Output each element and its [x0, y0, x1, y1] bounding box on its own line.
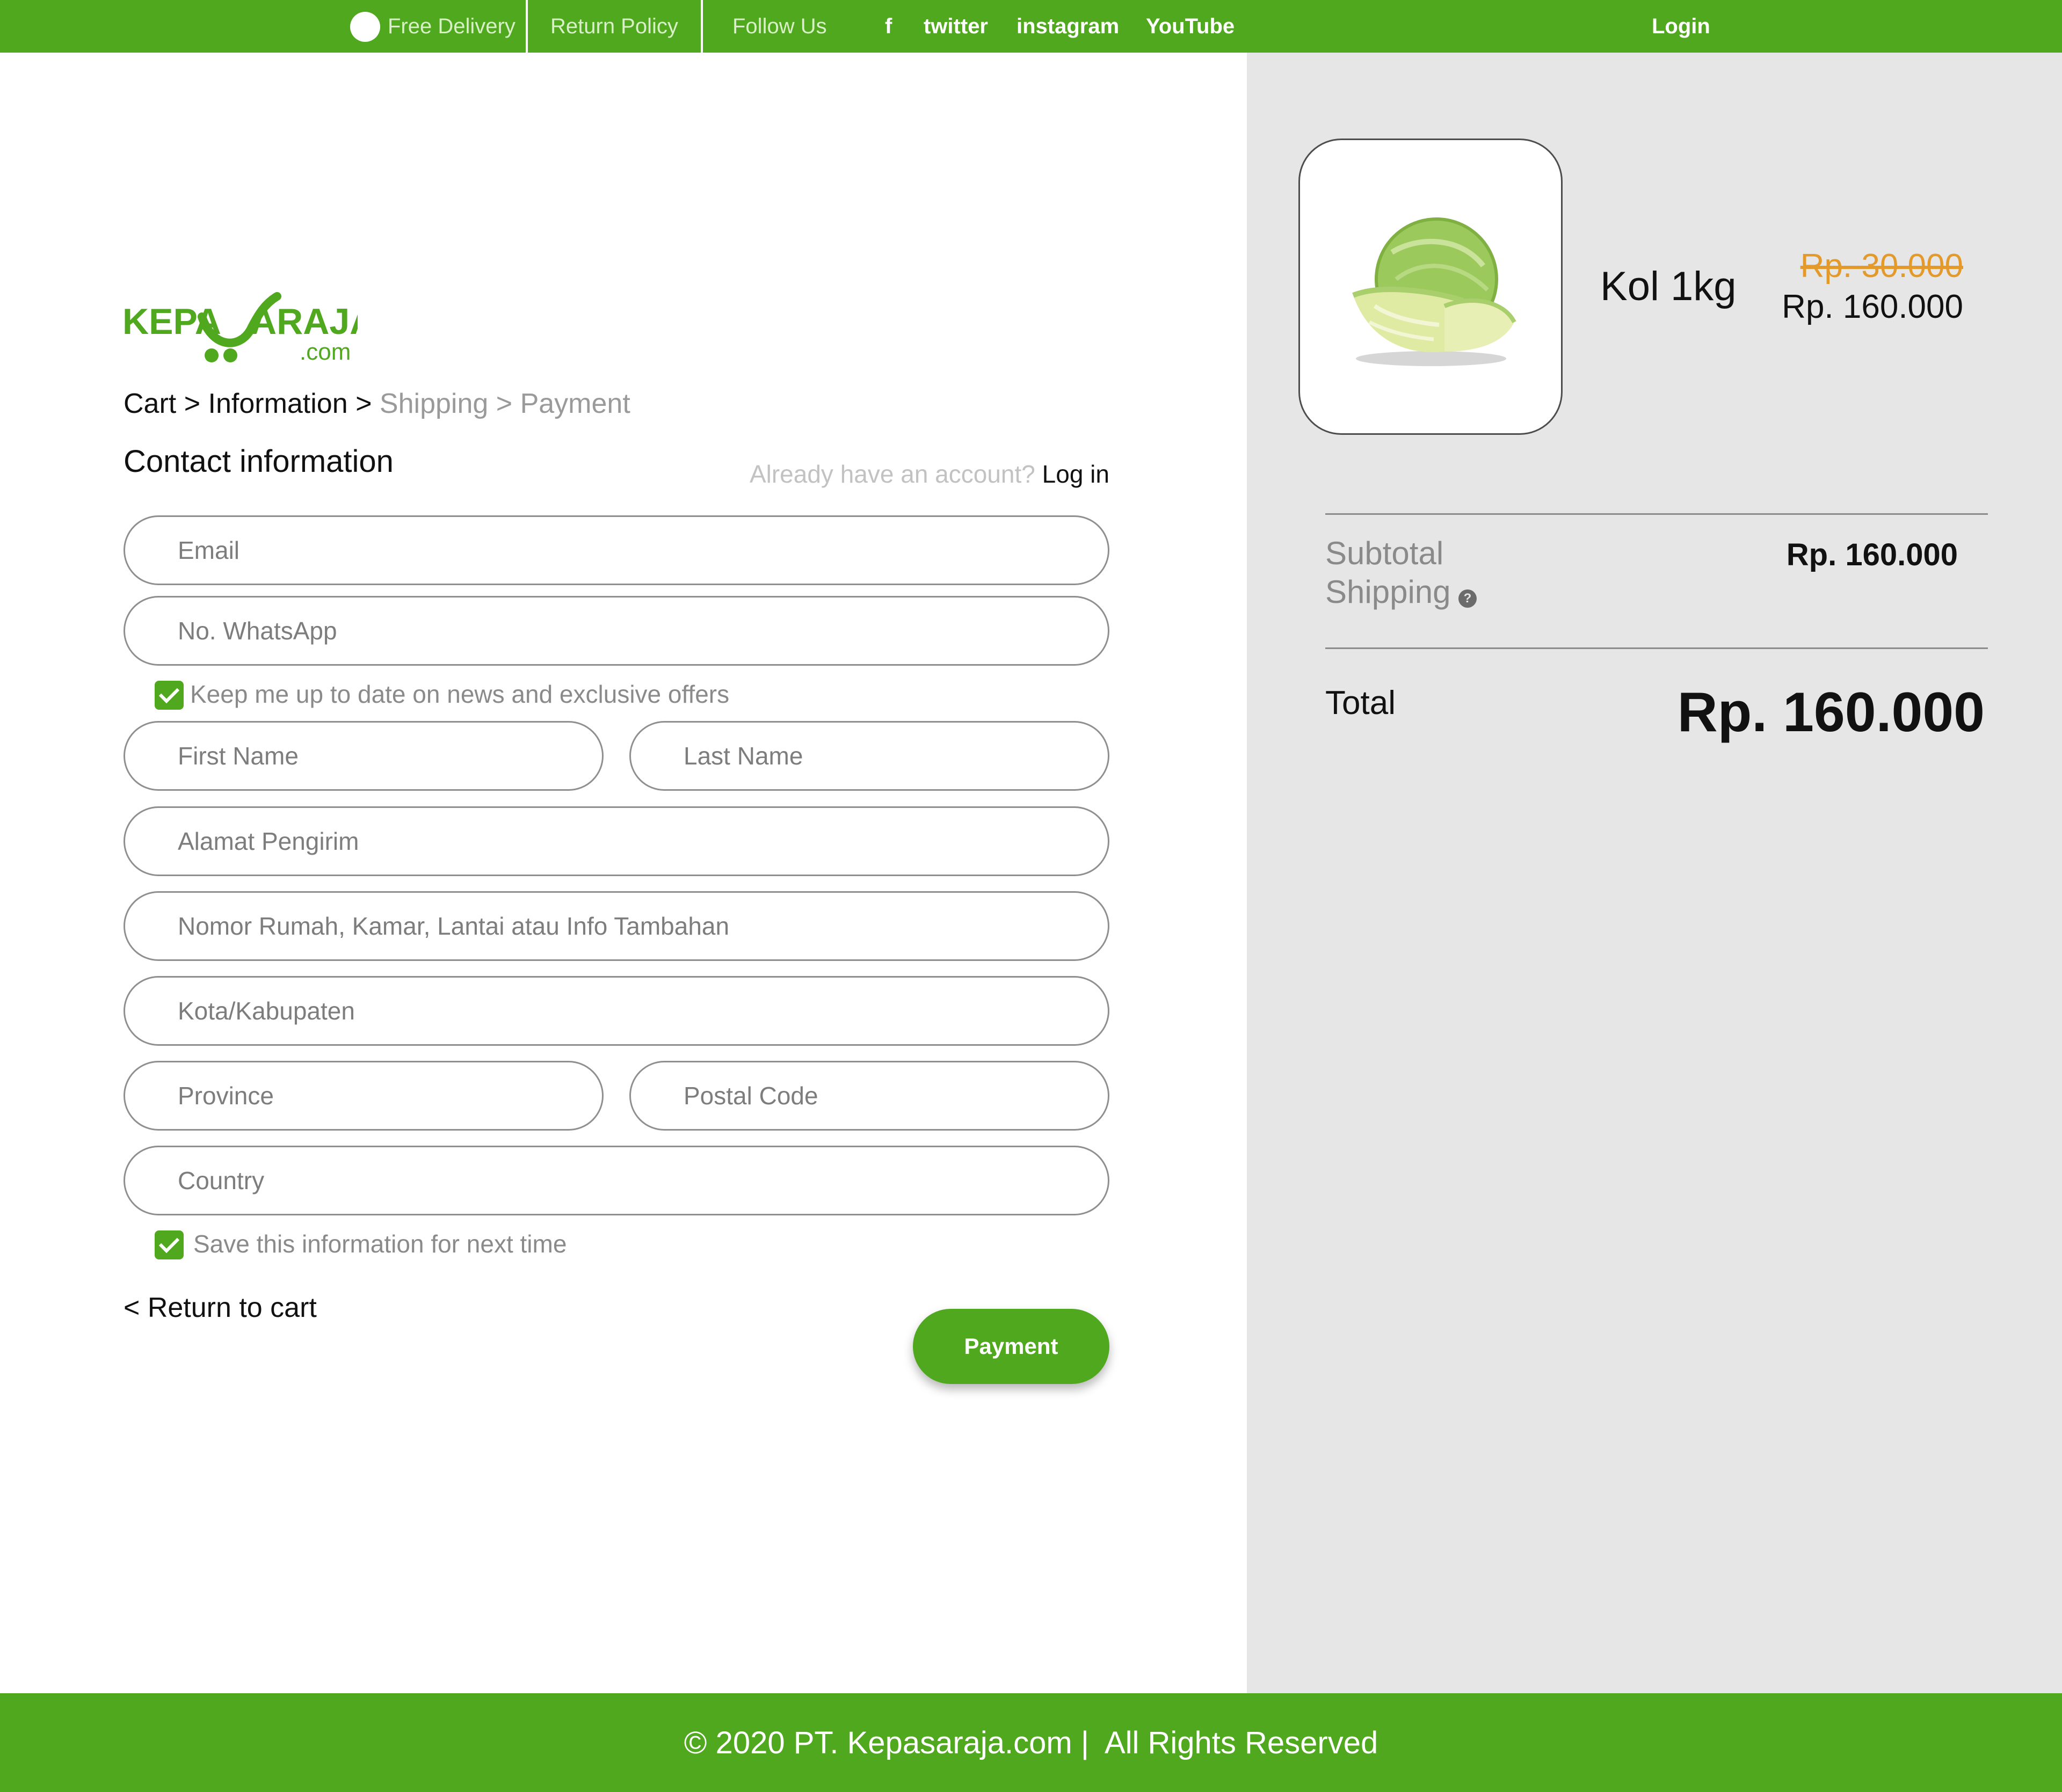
breadcrumb-shipping[interactable]: Shipping: [380, 388, 488, 419]
return-policy-link[interactable]: Return Policy: [550, 0, 678, 53]
address-extra-field[interactable]: [124, 891, 1109, 961]
kepasaraja-logo[interactable]: KEPA ARAJA .com: [121, 290, 358, 370]
twitter-link[interactable]: twitter: [924, 0, 988, 53]
total-value: Rp. 160.000: [1677, 681, 1985, 744]
free-delivery-link[interactable]: Free Delivery: [388, 0, 516, 53]
email-field[interactable]: [124, 515, 1109, 585]
topbar-divider: [526, 0, 528, 53]
account-prompt: Already have an account? Log in: [644, 460, 1109, 489]
copyright-text: © 2020 PT. Kepasaraja.com | All Rights R…: [684, 1725, 1378, 1760]
country-field[interactable]: [124, 1146, 1109, 1215]
login-link[interactable]: Login: [1652, 0, 1710, 53]
first-name-field[interactable]: [124, 721, 604, 791]
login-link[interactable]: Log in: [1042, 460, 1109, 488]
summary-divider: [1325, 513, 1988, 515]
footer: © 2020 PT. Kepasaraja.com | All Rights R…: [0, 1693, 2062, 1792]
delivery-icon: [350, 12, 380, 42]
province-field[interactable]: [124, 1061, 604, 1131]
newsletter-label: Keep me up to date on news and exclusive…: [190, 680, 730, 708]
checkout-breadcrumb: Cart > Information > Shipping > Payment: [124, 388, 630, 420]
total-label: Total: [1325, 684, 1396, 722]
product-price: Rp. 160.000: [1782, 288, 1963, 325]
address-field[interactable]: [124, 806, 1109, 876]
subtotal-label: Subtotal: [1325, 535, 1444, 571]
breadcrumb-separator: >: [347, 388, 380, 419]
save-info-label: Save this information for next time: [193, 1230, 567, 1258]
cabbage-image: [1352, 217, 1516, 366]
save-info-checkbox[interactable]: [155, 1230, 184, 1259]
city-field[interactable]: [124, 976, 1109, 1046]
breadcrumb-separator: >: [176, 388, 208, 419]
subtotal-value: Rp. 160.000: [1786, 537, 1958, 572]
breadcrumb-cart[interactable]: Cart: [124, 388, 176, 419]
follow-us-label: Follow Us: [732, 14, 827, 38]
logo-text-right: ARAJA: [250, 301, 358, 342]
top-navigation-bar: Free Delivery Return Policy Follow Us f …: [0, 0, 2062, 53]
last-name-field[interactable]: [629, 721, 1109, 791]
newsletter-checkbox[interactable]: [155, 681, 184, 710]
breadcrumb-payment[interactable]: Payment: [520, 388, 630, 419]
account-question: Already have an account?: [749, 460, 1035, 488]
logo-domain: .com: [300, 339, 351, 365]
youtube-link[interactable]: YouTube: [1146, 0, 1235, 53]
instagram-link[interactable]: instagram: [1017, 0, 1119, 53]
shipping-help-icon[interactable]: ?: [1458, 589, 1477, 608]
contact-information-heading: Contact information: [124, 444, 394, 479]
summary-divider: [1325, 647, 1988, 649]
postal-code-field[interactable]: [629, 1061, 1109, 1131]
payment-button[interactable]: Payment: [913, 1309, 1109, 1384]
topbar-divider: [701, 0, 703, 53]
breadcrumb-information[interactable]: Information: [208, 388, 348, 419]
return-to-cart-link[interactable]: < Return to cart: [124, 1292, 317, 1324]
shipping-label: Shipping: [1325, 574, 1451, 610]
whatsapp-field[interactable]: [124, 596, 1109, 666]
breadcrumb-separator: >: [488, 388, 520, 419]
product-name: Kol 1kg: [1600, 264, 1737, 309]
facebook-icon[interactable]: f: [885, 0, 892, 53]
original-price: Rp. 30.000: [1800, 247, 1963, 285]
